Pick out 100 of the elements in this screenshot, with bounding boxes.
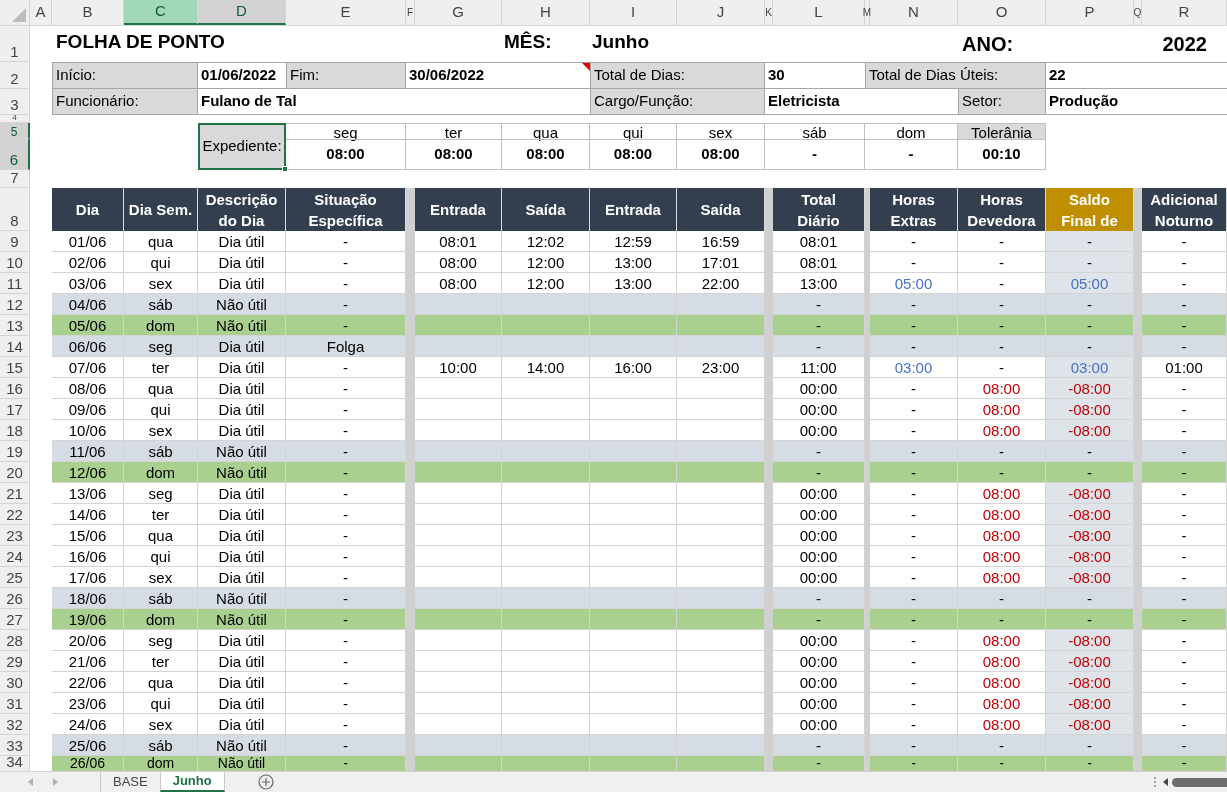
row-number[interactable]: 28 bbox=[0, 630, 30, 651]
column-header[interactable]: E bbox=[286, 0, 406, 25]
column-header[interactable]: G bbox=[415, 0, 502, 25]
sheet-tab[interactable]: Junho bbox=[159, 772, 225, 792]
weekday-label: sex bbox=[677, 123, 765, 139]
column-header[interactable]: K bbox=[765, 0, 773, 25]
table-cell: - bbox=[286, 693, 406, 714]
table-cell: 11/06 bbox=[52, 441, 124, 462]
table-cell: - bbox=[286, 294, 406, 315]
table-cell: - bbox=[286, 567, 406, 588]
table-cell: 08:00 bbox=[958, 672, 1046, 693]
row-number[interactable]: 11 bbox=[0, 273, 30, 294]
row-number[interactable]: 8 bbox=[0, 188, 30, 231]
column-header[interactable]: F bbox=[406, 0, 415, 25]
row-number[interactable]: 33 bbox=[0, 735, 30, 756]
table-cell: Dia útil bbox=[198, 693, 286, 714]
row-number[interactable]: 16 bbox=[0, 378, 30, 399]
column-heading: Saldo Final de bbox=[1046, 188, 1134, 231]
table-cell: - bbox=[870, 441, 958, 462]
table-cell: 08:00 bbox=[958, 525, 1046, 546]
column-header[interactable]: A bbox=[30, 0, 52, 25]
column-header[interactable]: D bbox=[198, 0, 286, 25]
column-header[interactable]: I bbox=[590, 0, 677, 25]
table-cell: - bbox=[286, 315, 406, 336]
table-cell: - bbox=[286, 441, 406, 462]
table-cell: 18/06 bbox=[52, 588, 124, 609]
scroll-left-icon[interactable] bbox=[1163, 778, 1169, 786]
comment-indicator-icon[interactable] bbox=[582, 63, 590, 71]
table-cell: - bbox=[773, 735, 865, 756]
row-number[interactable]: 13 bbox=[0, 315, 30, 336]
row-number[interactable]: 31 bbox=[0, 693, 30, 714]
table-cell: - bbox=[958, 273, 1046, 294]
row-number[interactable]: 2 bbox=[0, 62, 30, 89]
table-cell: - bbox=[1142, 483, 1227, 504]
table-cell: 13:00 bbox=[590, 273, 677, 294]
table-cell: 00:00 bbox=[773, 483, 865, 504]
table-cell: 08:00 bbox=[958, 630, 1046, 651]
column-header[interactable]: C bbox=[124, 0, 198, 25]
table-cell: qua bbox=[124, 672, 198, 693]
row-number[interactable]: 25 bbox=[0, 567, 30, 588]
column-header[interactable]: H bbox=[502, 0, 590, 25]
row-number[interactable]: 24 bbox=[0, 546, 30, 567]
row-number[interactable]: 5 bbox=[0, 123, 30, 139]
table-cell: Não útil bbox=[198, 441, 286, 462]
column-header[interactable]: P bbox=[1046, 0, 1134, 25]
hours-value: 08:00 bbox=[590, 139, 677, 170]
sheet-tab[interactable]: BASE bbox=[100, 772, 160, 792]
row-number[interactable]: 3 bbox=[0, 89, 30, 115]
row-number[interactable]: 6 bbox=[0, 139, 30, 170]
row-number[interactable]: 1 bbox=[0, 26, 30, 62]
row-number[interactable]: 30 bbox=[0, 672, 30, 693]
column-header[interactable]: R bbox=[1142, 0, 1227, 25]
table-cell: -08:00 bbox=[1046, 525, 1134, 546]
table-cell: 07/06 bbox=[52, 357, 124, 378]
row-number[interactable]: 12 bbox=[0, 294, 30, 315]
row-number[interactable]: 21 bbox=[0, 483, 30, 504]
table-cell: 00:00 bbox=[773, 399, 865, 420]
row-number[interactable]: 9 bbox=[0, 231, 30, 252]
table-cell: 26/06 bbox=[52, 756, 124, 772]
row-number[interactable]: 34 bbox=[0, 756, 30, 772]
add-sheet-icon[interactable] bbox=[257, 774, 274, 790]
table-cell: - bbox=[773, 588, 865, 609]
table-cell: dom bbox=[124, 315, 198, 336]
row-number[interactable]: 29 bbox=[0, 651, 30, 672]
table-cell: Dia útil bbox=[198, 504, 286, 525]
table-cell: 06/06 bbox=[52, 336, 124, 357]
table-cell: - bbox=[286, 609, 406, 630]
row-number[interactable]: 23 bbox=[0, 525, 30, 546]
table-cell: - bbox=[1142, 336, 1227, 357]
row-number[interactable]: 7 bbox=[0, 170, 30, 188]
table-cell: - bbox=[286, 588, 406, 609]
row-number[interactable]: 15 bbox=[0, 357, 30, 378]
row-number[interactable]: 10 bbox=[0, 252, 30, 273]
table-cell: Dia útil bbox=[198, 273, 286, 294]
table-cell: 24/06 bbox=[52, 714, 124, 735]
horizontal-scrollbar-thumb[interactable] bbox=[1172, 777, 1227, 787]
row-number[interactable]: 20 bbox=[0, 462, 30, 483]
row-number[interactable]: 18 bbox=[0, 420, 30, 441]
table-cell: 16:00 bbox=[590, 357, 677, 378]
column-header[interactable]: Q bbox=[1134, 0, 1142, 25]
hours-value: 08:00 bbox=[677, 139, 765, 170]
column-header[interactable]: M bbox=[865, 0, 870, 25]
schedule-label[interactable]: Expediente: bbox=[198, 123, 286, 170]
column-header[interactable]: N bbox=[870, 0, 958, 25]
row-number[interactable]: 17 bbox=[0, 399, 30, 420]
row-number[interactable]: 19 bbox=[0, 441, 30, 462]
row-number[interactable]: 4 bbox=[0, 115, 30, 123]
row-number[interactable]: 27 bbox=[0, 609, 30, 630]
table-cell: qui bbox=[124, 252, 198, 273]
table-cell: - bbox=[286, 756, 406, 772]
column-header[interactable]: O bbox=[958, 0, 1046, 25]
row-number[interactable]: 22 bbox=[0, 504, 30, 525]
table-cell: - bbox=[870, 231, 958, 252]
table-cell: qua bbox=[124, 525, 198, 546]
row-number[interactable]: 32 bbox=[0, 714, 30, 735]
table-cell: 08:00 bbox=[958, 714, 1046, 735]
column-header[interactable]: J bbox=[677, 0, 765, 25]
table-cell: Dia útil bbox=[198, 399, 286, 420]
row-number[interactable]: 26 bbox=[0, 588, 30, 609]
row-number[interactable]: 14 bbox=[0, 336, 30, 357]
